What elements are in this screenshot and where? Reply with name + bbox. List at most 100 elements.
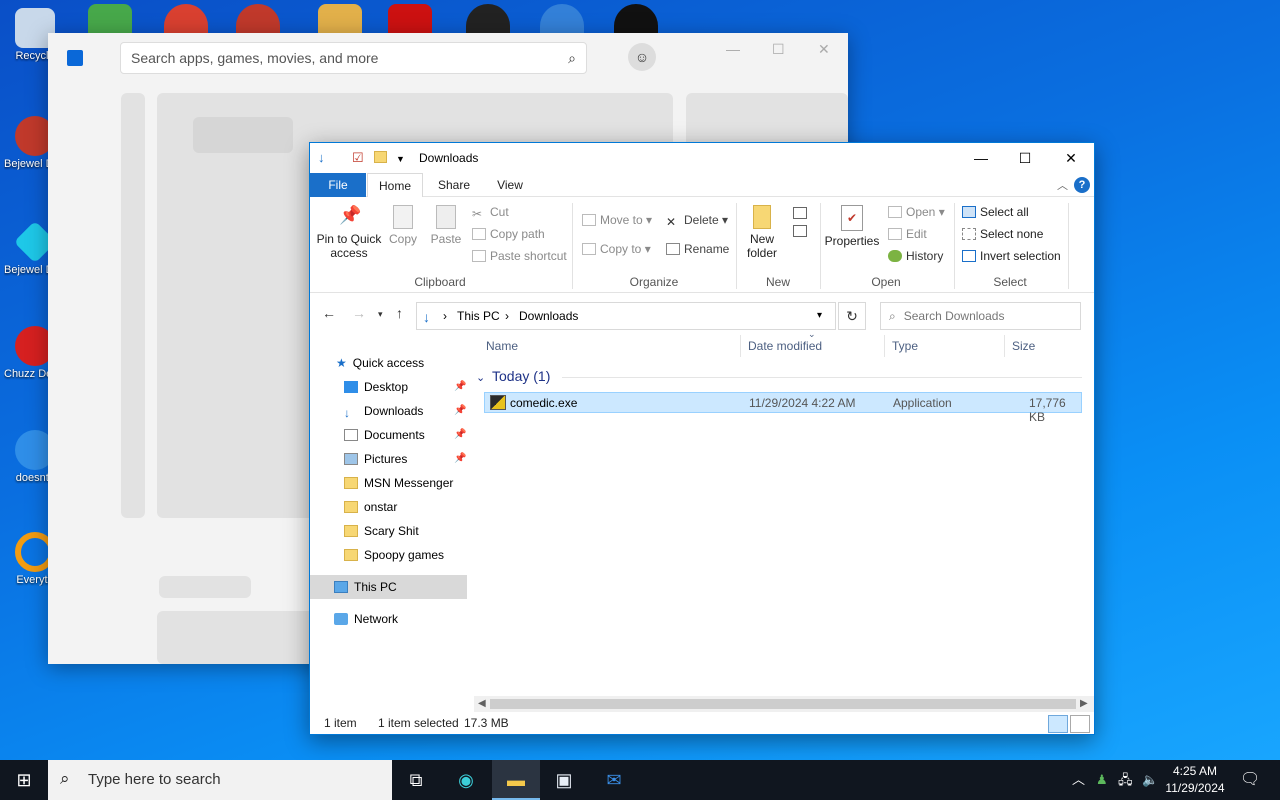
details-view-button[interactable] xyxy=(1048,715,1068,733)
tray-overflow-chevron-icon[interactable]: ︿ xyxy=(1072,760,1085,800)
nav-item-scary-shit[interactable]: Scary Shit xyxy=(344,519,419,543)
customize-quick-access-chevron-icon[interactable]: ▼ xyxy=(396,154,405,164)
back-arrow-icon[interactable]: ← xyxy=(322,305,336,321)
large-icons-view-button[interactable] xyxy=(1070,715,1090,733)
nav-item-spoopy-games[interactable]: Spoopy games xyxy=(344,543,444,567)
tab-share[interactable]: Share xyxy=(426,173,482,197)
address-bar[interactable]: ↓ › This PC › Downloads ▾ xyxy=(416,302,836,330)
refresh-button[interactable]: ↻ xyxy=(838,302,866,330)
rename-button[interactable]: Rename xyxy=(666,242,729,256)
properties-button[interactable]: ✔ Properties xyxy=(824,205,880,248)
properties-quick-icon[interactable]: ☑ xyxy=(352,150,364,166)
volume-icon[interactable]: 🔈 xyxy=(1142,760,1158,800)
new-folder-button[interactable]: New folder xyxy=(742,205,782,260)
notification-icon[interactable]: 🗨 xyxy=(1240,760,1260,800)
store-close-button[interactable]: ✕ xyxy=(818,41,830,58)
column-header-name[interactable]: Name xyxy=(486,339,518,353)
new-folder-quick-icon[interactable] xyxy=(374,151,387,163)
file-row[interactable]: comedic.exe 11/29/2024 4:22 AM Applicati… xyxy=(484,392,1082,424)
select-none-button[interactable]: Select none xyxy=(962,227,1043,241)
nav-item-pictures[interactable]: Pictures xyxy=(344,447,407,471)
column-header-size[interactable]: Size xyxy=(1012,339,1035,353)
clock[interactable]: 4:25 AM 11/29/2024 xyxy=(1158,763,1232,797)
tab-view[interactable]: View xyxy=(482,173,538,197)
paste-button[interactable]: Paste xyxy=(428,205,464,246)
help-icon[interactable]: ? xyxy=(1074,177,1090,193)
cut-button[interactable]: ✂ Cut xyxy=(472,205,509,221)
nav-item-documents[interactable]: Documents xyxy=(344,423,425,447)
nav-item-quick-access[interactable]: ★ Quick access xyxy=(336,351,424,375)
tab-home[interactable]: Home xyxy=(367,173,423,198)
account-avatar-icon[interactable]: ☺ xyxy=(628,43,656,71)
group-header-today[interactable]: Today (1) xyxy=(492,368,550,384)
tab-file[interactable]: File xyxy=(310,173,366,197)
network-icon[interactable]: 🖧 xyxy=(1118,760,1133,800)
recent-locations-chevron-icon[interactable]: ▾ xyxy=(378,309,383,320)
history-button[interactable]: History xyxy=(888,249,943,263)
column-header-date[interactable]: Date modified xyxy=(748,339,822,353)
minimize-button[interactable]: — xyxy=(958,143,1004,173)
scroll-right-icon[interactable]: ▶ xyxy=(1080,696,1088,712)
file-explorer-icon[interactable]: ▬ xyxy=(492,760,540,800)
copy-to-button[interactable]: Copy to ▾ xyxy=(582,242,651,256)
nav-item-desktop[interactable]: Desktop xyxy=(344,375,408,399)
close-button[interactable]: ✕ xyxy=(1048,143,1094,173)
user-status-icon[interactable]: ♟ xyxy=(1096,760,1108,800)
column-header-type[interactable]: Type xyxy=(892,339,918,353)
edit-button[interactable]: Edit xyxy=(888,227,927,241)
open-button[interactable]: Open ▾ xyxy=(888,205,945,219)
scroll-left-icon[interactable]: ◀ xyxy=(478,696,486,712)
copy-button[interactable]: Copy xyxy=(386,205,420,246)
pictures-icon xyxy=(344,453,358,465)
archive-icon[interactable] xyxy=(318,4,362,34)
nav-item-onstar[interactable]: onstar xyxy=(344,495,397,519)
windows-start-icon[interactable]: ⊞ xyxy=(0,760,48,800)
bird-icon[interactable] xyxy=(540,4,584,34)
yashma-icon[interactable] xyxy=(614,4,658,34)
game-icon[interactable] xyxy=(466,4,510,34)
maximize-button[interactable]: ☐ xyxy=(1002,143,1048,173)
edit-label: Edit xyxy=(906,227,927,241)
forward-arrow-icon[interactable]: → xyxy=(352,305,366,321)
search-downloads-input[interactable]: ⌕ Search Downloads xyxy=(880,302,1081,330)
new-item-button[interactable] xyxy=(788,205,812,243)
invert-selection-button[interactable]: Invert selection xyxy=(962,249,1061,263)
search-icon[interactable]: ⌕ xyxy=(568,50,576,67)
paste-shortcut-button[interactable]: Paste shortcut xyxy=(472,249,567,263)
breadcrumb-this-pc[interactable]: This PC xyxy=(457,309,500,323)
copy-path-button[interactable]: Copy path xyxy=(472,227,545,241)
microsoft-store-icon[interactable]: ▣ xyxy=(540,760,588,800)
select-all-button[interactable]: Select all xyxy=(962,205,1029,219)
nav-item-msn-messenger[interactable]: MSN Messenger xyxy=(344,471,453,495)
scrollbar-thumb[interactable] xyxy=(490,699,1076,709)
pin-to-quick-access-button[interactable]: 📌 Pin to Quick access xyxy=(316,205,382,260)
address-dropdown-chevron-icon[interactable]: ▾ xyxy=(817,310,822,321)
store-minimize-button[interactable]: — xyxy=(726,41,740,57)
move-to-button[interactable]: Move to ▾ xyxy=(582,213,652,227)
mail-icon[interactable]: ✉ xyxy=(590,760,638,800)
app-icon[interactable] xyxy=(236,4,280,34)
move-to-label: Move to xyxy=(600,213,643,227)
store-titlebar: Search apps, games, movies, and more ⌕ ☺… xyxy=(48,33,848,85)
users-icon[interactable] xyxy=(88,4,132,34)
task-view-icon[interactable]: ⧉ xyxy=(392,760,440,800)
store-maximize-button[interactable]: ☐ xyxy=(772,41,785,58)
properties-label: Properties xyxy=(824,234,880,248)
taskbar-search-input[interactable]: ⌕ Type here to search xyxy=(48,760,392,800)
chrome-icon[interactable] xyxy=(164,4,208,34)
delete-button[interactable]: ✕ Delete ▾ xyxy=(666,213,728,229)
nav-item-network[interactable]: Network xyxy=(334,607,398,631)
easy-access-icon xyxy=(793,225,807,237)
collapse-ribbon-icon[interactable]: ︿ xyxy=(1057,177,1068,193)
store-search-input[interactable]: Search apps, games, movies, and more ⌕ xyxy=(120,42,587,74)
breadcrumb-downloads[interactable]: Downloads xyxy=(519,309,578,323)
horizontal-scrollbar[interactable]: ◀ ▶ xyxy=(474,696,1094,712)
flash-icon[interactable] xyxy=(388,4,432,34)
group-chevron-icon[interactable]: ⌄ xyxy=(476,371,485,384)
up-arrow-icon[interactable]: ↑ xyxy=(396,305,403,321)
nav-item-this-pc[interactable]: This PC xyxy=(310,575,467,599)
nav-item-downloads[interactable]: ↓ Downloads xyxy=(344,399,423,423)
skeleton-strip xyxy=(121,93,145,518)
edge-icon[interactable]: ◉ xyxy=(442,760,490,800)
network-icon xyxy=(334,613,348,625)
